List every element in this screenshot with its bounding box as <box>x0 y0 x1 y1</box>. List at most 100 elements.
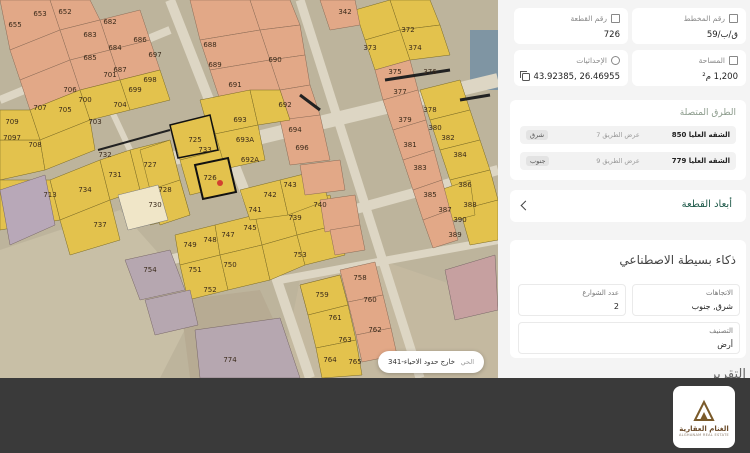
plot-number-label: 737 <box>93 221 106 229</box>
plot-number-label: 728 <box>158 186 171 194</box>
plot-number-value: 726 <box>603 30 620 40</box>
plot-number-label: 761 <box>328 314 341 322</box>
plot-number-label: 730 <box>148 201 161 209</box>
plot-number-label: 765 <box>348 358 361 366</box>
bottom-bar: الغنام العقارية ALGHANAM REAL ESTATE <box>0 378 750 453</box>
brand-mark-icon <box>693 399 715 421</box>
plot-number-label: 748 <box>203 236 216 244</box>
district-pill-label: خارج حدود الاحياء-341 <box>388 358 456 366</box>
plot-number-label: 688 <box>203 41 216 49</box>
plot-number-label: 703 <box>88 118 101 126</box>
map-grid-icon <box>611 14 620 23</box>
plot-number-label: 734 <box>78 186 92 194</box>
classification-field: التصنيف أرض <box>518 322 740 354</box>
plot-number-label: 689 <box>208 61 221 69</box>
streets-count-value: 2 <box>613 302 619 311</box>
cadastral-map[interactable]: 655 653 652 683 682 685 684 687 686 697 701 699 700 6… <box>0 0 498 378</box>
ai-card: ذكاء بسيطة الاصطناعي الاتجاهات شرق, جنوب… <box>510 240 746 358</box>
plot-number-label: 342 <box>338 8 351 16</box>
plot-number-label: 699 <box>128 86 141 94</box>
plot-number-label: 701 <box>103 71 116 79</box>
plot-number-label: 389 <box>448 231 461 239</box>
plot-number-label: 691 <box>228 81 241 89</box>
brand-logo: الغنام العقارية ALGHANAM REAL ESTATE <box>673 386 735 448</box>
plot-number-label: 749 <box>183 241 196 249</box>
road-width: عرض الطريق 9 <box>596 157 640 165</box>
plot-number-label: 764 <box>323 356 337 364</box>
plot-number-label: 774 <box>223 356 237 364</box>
plot-number-label: 763 <box>338 336 351 344</box>
plot-number-label: 758 <box>353 274 366 282</box>
plot-number-label: 697 <box>148 51 161 59</box>
area-card: المساحة 1,200 م² <box>632 50 746 86</box>
selected-plot-marker <box>217 180 223 186</box>
road-direction-badge: شرق <box>526 130 549 140</box>
plot-number-label: 379 <box>398 116 411 124</box>
chevron-left-icon[interactable] <box>520 200 531 211</box>
plot-number-label: 692 <box>278 101 291 109</box>
coordinates-value: 26.46955 ,43.92385 <box>533 72 620 82</box>
plot-number-label: 685 <box>83 54 96 62</box>
plot-number-label: 731 <box>108 171 121 179</box>
coordinates-card: الإحداثيات 26.46955 ,43.92385 <box>514 50 628 86</box>
district-pill[interactable]: الحي خارج حدود الاحياء-341 <box>378 351 484 373</box>
plot-number-label: 372 <box>401 26 414 34</box>
plot-number-label: 385 <box>423 191 436 199</box>
logo-text: الغنام العقارية <box>679 424 729 433</box>
plot-number-label: 743 <box>283 181 296 189</box>
plot-number-label: 693 <box>233 116 246 124</box>
area-value: 1,200 م² <box>702 72 738 82</box>
plot-number-label: 653 <box>33 10 46 18</box>
plot-number-label: 377 <box>393 88 406 96</box>
plot-number-label: 760 <box>363 296 376 304</box>
directions-label: الاتجاهات <box>706 289 733 297</box>
document-icon <box>729 14 738 23</box>
report-heading: التقرير <box>709 367 746 378</box>
directions-field: الاتجاهات شرق, جنوب <box>632 284 740 316</box>
plot-number-label: 741 <box>248 206 261 214</box>
plot-number-label: 725 <box>188 136 201 144</box>
plot-number-label: 708 <box>28 141 41 149</box>
plot-number-label: 747 <box>221 231 234 239</box>
road-name: الشقه العليا 850 <box>671 131 730 139</box>
plan-number-card: رقم المخطط ق/ب/59 <box>632 8 746 44</box>
area-label: المساحة <box>698 56 725 65</box>
plot-number-label: 704 <box>113 101 127 109</box>
road-direction-badge: جنوب <box>526 156 550 166</box>
logo-sub: ALGHANAM REAL ESTATE <box>678 432 730 437</box>
road-row[interactable]: الشقه العليا 779 عرض الطريق 9 جنوب <box>520 152 736 170</box>
plot-number-label: 684 <box>108 44 122 52</box>
plot-number-card: رقم القطعة 726 <box>514 8 628 44</box>
plot-dimensions-card[interactable]: أبعاد القطعة <box>510 190 746 222</box>
plot-number-label: 759 <box>315 291 328 299</box>
plot-number-label: 383 <box>413 164 426 172</box>
area-icon <box>729 56 738 65</box>
plan-number-value: ق/ب/59 <box>706 30 738 40</box>
plot-number-label: 706 <box>63 86 77 94</box>
classification-value: أرض <box>717 340 733 349</box>
plot-number-label: 726 <box>203 174 217 182</box>
plot-number-label: 380 <box>428 124 441 132</box>
plot-number-label: 740 <box>313 201 326 209</box>
move-icon <box>611 56 620 65</box>
plot-number-label: 733 <box>198 146 211 154</box>
streets-count-label: عدد الشوارع <box>582 289 619 297</box>
map-canvas[interactable]: 655653 6526836826856846876866977016997006… <box>0 0 498 378</box>
copy-icon[interactable] <box>520 71 530 81</box>
classification-label: التصنيف <box>709 327 733 335</box>
plot-number-label: 709 <box>5 118 18 126</box>
road-width: عرض الطريق 7 <box>596 131 640 139</box>
plot-number-label: 705 <box>58 106 71 114</box>
plot-number-label: 696 <box>295 144 309 152</box>
plot-number-label: 7097 <box>3 134 21 142</box>
road-name: الشقه العليا 779 <box>671 157 730 165</box>
plot-number-label: 742 <box>263 191 276 199</box>
plot-number-label: 694 <box>288 126 302 134</box>
plot-number-label: 732 <box>98 151 111 159</box>
plot-number-label: 652 <box>58 8 71 16</box>
info-panel[interactable]: رقم المخطط ق/ب/59 رقم القطعة 726 المساحة… <box>498 0 750 378</box>
screen: 655 653 652 683 682 685 684 687 686 697 701 699 700 6… <box>0 0 750 453</box>
plot-number-label: 686 <box>133 36 147 44</box>
plot-number-label: 727 <box>143 161 156 169</box>
road-row[interactable]: الشقه العليا 850 عرض الطريق 7 شرق <box>520 126 736 144</box>
